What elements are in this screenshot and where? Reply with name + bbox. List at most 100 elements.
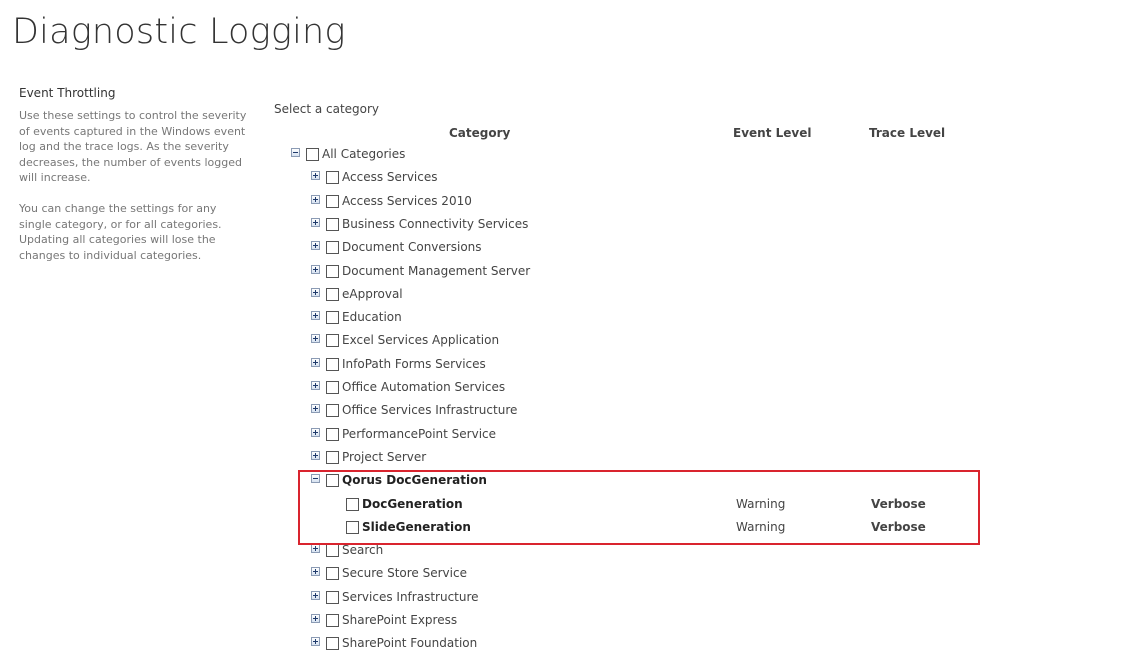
tree-node-category: Services Infrastructure bbox=[274, 590, 994, 610]
category-label[interactable]: Access Services 2010 bbox=[342, 194, 472, 208]
category-label[interactable]: All Categories bbox=[322, 147, 405, 161]
category-label[interactable]: Services Infrastructure bbox=[342, 590, 479, 604]
trace-level-value: Verbose bbox=[871, 496, 926, 511]
expand-plus-icon[interactable] bbox=[311, 450, 320, 460]
category-checkbox[interactable] bbox=[326, 427, 339, 441]
description-paragraph-1: Use these settings to control the severi… bbox=[19, 109, 247, 185]
tree-node-category: PerformancePoint Service bbox=[274, 427, 994, 447]
expand-plus-icon[interactable] bbox=[311, 194, 320, 204]
category-label[interactable]: DocGeneration bbox=[362, 497, 463, 511]
page-title: Diagnostic Logging bbox=[12, 12, 346, 52]
category-checkbox[interactable] bbox=[326, 404, 339, 418]
collapse-minus-icon[interactable] bbox=[291, 148, 300, 157]
category-label[interactable]: SharePoint Express bbox=[342, 613, 457, 627]
section-description: Use these settings to control the severi… bbox=[19, 108, 251, 263]
category-checkbox[interactable] bbox=[326, 194, 339, 208]
tree-node-category: Office Services Infrastructure bbox=[274, 403, 994, 423]
category-checkbox[interactable] bbox=[326, 590, 339, 604]
expand-plus-icon[interactable] bbox=[311, 311, 320, 321]
category-checkbox[interactable] bbox=[326, 544, 339, 558]
category-label[interactable]: eApproval bbox=[342, 287, 403, 301]
select-category-label: Select a category bbox=[274, 102, 380, 116]
expand-plus-icon[interactable] bbox=[311, 637, 320, 647]
tree-node-category: Document Conversions bbox=[274, 240, 994, 260]
tree-node-category: Access Services 2010 bbox=[274, 194, 994, 214]
tree-node-category: Document Management Server bbox=[274, 264, 994, 284]
expand-plus-icon[interactable] bbox=[311, 334, 320, 344]
tree-node-category: Education bbox=[274, 310, 994, 330]
category-checkbox[interactable] bbox=[326, 474, 339, 488]
category-checkbox[interactable] bbox=[326, 217, 339, 231]
category-label[interactable]: Education bbox=[342, 310, 402, 324]
category-checkbox[interactable] bbox=[326, 357, 339, 371]
category-checkbox[interactable] bbox=[306, 148, 319, 161]
column-header-trace-level: Trace Level bbox=[869, 126, 946, 140]
description-paragraph-2: You can change the settings for any sing… bbox=[19, 201, 222, 262]
expand-plus-icon[interactable] bbox=[311, 287, 320, 297]
expand-plus-icon[interactable] bbox=[311, 404, 320, 414]
event-throttling-description: Event Throttling Use these settings to c… bbox=[19, 86, 251, 278]
category-checkbox[interactable] bbox=[326, 264, 339, 278]
category-checkbox[interactable] bbox=[326, 311, 339, 325]
category-label[interactable]: Office Services Infrastructure bbox=[342, 403, 517, 417]
category-label[interactable]: Secure Store Service bbox=[342, 566, 467, 580]
event-level-value: Warning bbox=[736, 519, 786, 534]
expand-plus-icon[interactable] bbox=[311, 567, 320, 577]
tree-node-category: Business Connectivity Services bbox=[274, 217, 994, 237]
expand-plus-icon[interactable] bbox=[311, 381, 320, 390]
category-label[interactable]: Office Automation Services bbox=[342, 380, 505, 394]
tree-node-category: InfoPath Forms Services bbox=[274, 357, 994, 377]
category-selector: Select a category Category Event Level T… bbox=[274, 100, 994, 660]
expand-plus-icon[interactable] bbox=[311, 544, 320, 554]
category-checkbox[interactable] bbox=[326, 450, 339, 464]
tree-node-category: Project Server bbox=[274, 450, 994, 470]
category-checkbox[interactable] bbox=[346, 497, 359, 511]
expand-plus-icon[interactable] bbox=[311, 590, 320, 600]
tree-node-qorus-docgeneration: Qorus DocGeneration bbox=[274, 473, 994, 493]
category-checkbox[interactable] bbox=[326, 567, 339, 581]
category-label[interactable]: Search bbox=[342, 543, 383, 557]
expand-plus-icon[interactable] bbox=[311, 264, 320, 274]
category-label[interactable]: InfoPath Forms Services bbox=[342, 357, 486, 371]
category-label[interactable]: Document Management Server bbox=[342, 264, 530, 278]
tree-node-subcategory: SlideGeneration Warning Verbose bbox=[274, 520, 994, 540]
tree-node-category: Secure Store Service bbox=[274, 566, 994, 586]
category-label[interactable]: Qorus DocGeneration bbox=[342, 473, 487, 487]
category-label[interactable]: SlideGeneration bbox=[362, 520, 471, 534]
category-checkbox[interactable] bbox=[326, 637, 339, 651]
expand-plus-icon[interactable] bbox=[311, 171, 320, 181]
tree-node-category: Access Services bbox=[274, 170, 994, 190]
category-label[interactable]: Business Connectivity Services bbox=[342, 217, 528, 231]
tree-node-category: Office Automation Services bbox=[274, 380, 994, 400]
column-header-category: Category bbox=[449, 126, 511, 140]
category-checkbox[interactable] bbox=[326, 614, 339, 627]
category-checkbox[interactable] bbox=[326, 287, 339, 301]
category-checkbox[interactable] bbox=[326, 241, 339, 255]
category-label[interactable]: SharePoint Foundation bbox=[342, 636, 477, 650]
tree-node-category: Search bbox=[274, 543, 994, 563]
category-label[interactable]: Access Services bbox=[342, 170, 438, 184]
category-label[interactable]: Project Server bbox=[342, 450, 426, 464]
category-checkbox[interactable] bbox=[326, 381, 339, 394]
trace-level-value: Verbose bbox=[871, 519, 926, 534]
tree-node-category: SharePoint Express bbox=[274, 613, 994, 633]
category-checkbox[interactable] bbox=[326, 334, 339, 348]
event-level-value: Warning bbox=[736, 496, 786, 511]
category-label[interactable]: Excel Services Application bbox=[342, 333, 499, 347]
expand-plus-icon[interactable] bbox=[311, 357, 320, 367]
expand-plus-icon[interactable] bbox=[311, 241, 320, 251]
category-label[interactable]: PerformancePoint Service bbox=[342, 427, 496, 441]
category-label[interactable]: Document Conversions bbox=[342, 240, 482, 254]
tree-node-subcategory: DocGeneration Warning Verbose bbox=[274, 497, 994, 517]
section-heading: Event Throttling bbox=[19, 86, 116, 100]
category-checkbox[interactable] bbox=[346, 520, 359, 534]
category-checkbox[interactable] bbox=[326, 171, 339, 185]
tree-node-all-categories: All Categories bbox=[274, 147, 994, 167]
expand-plus-icon[interactable] bbox=[311, 427, 320, 437]
tree-node-category: Excel Services Application bbox=[274, 333, 994, 353]
column-header-event-level: Event Level bbox=[733, 126, 812, 140]
collapse-minus-icon[interactable] bbox=[311, 474, 320, 484]
expand-plus-icon[interactable] bbox=[311, 217, 320, 227]
tree-node-category: SharePoint Foundation bbox=[274, 636, 994, 656]
expand-plus-icon[interactable] bbox=[311, 614, 320, 623]
